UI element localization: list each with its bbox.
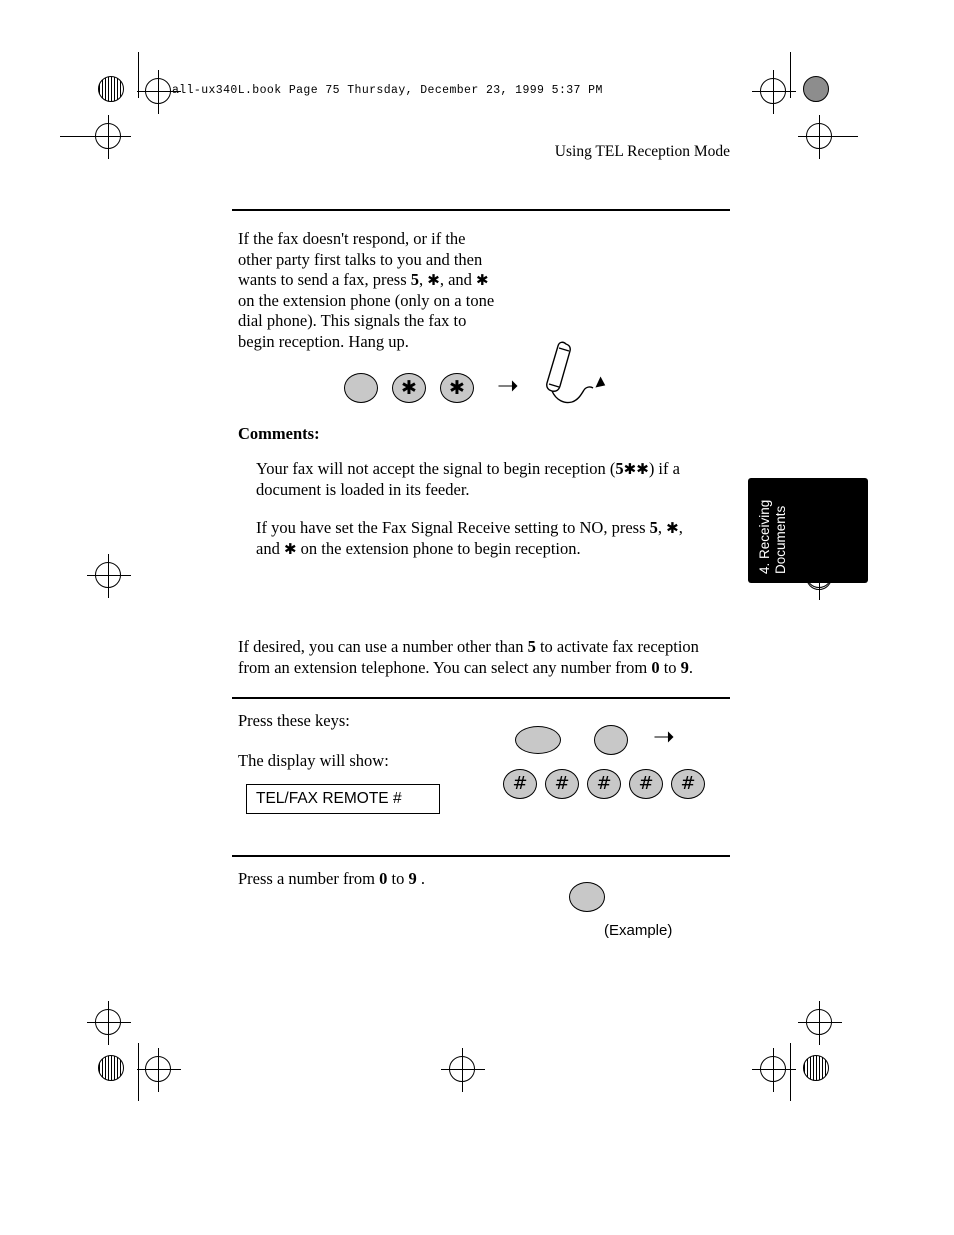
book-source-line: all-ux340L.book Page 75 Thursday, Decemb… — [172, 84, 603, 97]
key-hash-5[interactable]: # — [671, 769, 705, 799]
hash-icon: # — [554, 773, 570, 794]
key-blank-1[interactable] — [344, 373, 378, 403]
display-readout: TEL/FAX REMOTE # — [246, 784, 440, 814]
crop-line-right-vertical-b — [790, 1043, 791, 1101]
section-rule-top — [232, 209, 730, 211]
registration-mark-lower-right — [798, 1001, 842, 1045]
arrow-icon-step2: ➝ — [653, 722, 675, 752]
registration-mark-top-left-inner — [137, 70, 181, 114]
display-will-show-label: The display will show: — [238, 751, 389, 770]
hang-up-handset-illustration — [546, 341, 606, 404]
registration-mark-bottom-center — [441, 1048, 485, 1092]
section-rule-lower — [232, 855, 730, 857]
crop-line-right-vertical — [790, 52, 791, 98]
press-these-keys-label: Press these keys: — [238, 711, 350, 730]
example-caption: (Example) — [604, 922, 673, 939]
registration-hatch-mark-bottom-right — [803, 1055, 829, 1081]
note-paragraph: If desired, you can use a number other t… — [238, 637, 699, 677]
registration-mark-bottom-right-inner — [752, 1048, 796, 1092]
key-hash-2[interactable]: # — [545, 769, 579, 799]
hash-icon: # — [596, 773, 612, 794]
registration-mark-mid-left — [87, 554, 131, 598]
asterisk-icon: ✱ — [401, 376, 417, 399]
key-hash-4[interactable]: # — [629, 769, 663, 799]
crop-line-top-horizontal-right — [818, 136, 858, 137]
comment-paragraph-1: Your fax will not accept the signal to b… — [256, 459, 680, 499]
registration-hatch-mark-bottom-left — [98, 1055, 124, 1081]
key-function-oval[interactable] — [515, 726, 561, 754]
arrow-icon-step1: ➝ — [497, 371, 519, 401]
registration-mark-top-right-filled — [803, 76, 829, 102]
running-head: Using TEL Reception Mode — [554, 143, 730, 160]
hash-icon: # — [680, 773, 696, 794]
key-asterisk-1[interactable]: ✱ — [392, 373, 426, 403]
registration-mark-lower-left — [87, 1001, 131, 1045]
press-a-number-label: Press a number from 0 to 9 . — [238, 869, 425, 888]
crop-line-left-vertical — [138, 52, 139, 98]
asterisk-icon: ✱ — [449, 376, 465, 399]
intro-paragraph: If the fax doesn't respond, or if the ot… — [238, 229, 495, 351]
crop-line-left-vertical-b — [138, 1043, 139, 1101]
chapter-side-tab-label: 4. Receiving Documents — [757, 499, 788, 574]
registration-mark-top-right-inner — [752, 70, 796, 114]
key-asterisk-2[interactable]: ✱ — [440, 373, 474, 403]
key-blank-round-2[interactable] — [594, 725, 628, 755]
comment-paragraph-2: If you have set the Fax Signal Receive s… — [256, 518, 683, 558]
key-hash-1[interactable]: # — [503, 769, 537, 799]
key-hash-3[interactable]: # — [587, 769, 621, 799]
section-rule-middle — [232, 697, 730, 699]
registration-hatch-mark-top-left — [98, 76, 124, 102]
registration-mark-side-tab — [798, 556, 842, 600]
registration-mark-bottom-left-inner — [137, 1048, 181, 1092]
hash-icon: # — [512, 773, 528, 794]
hash-icon: # — [638, 773, 654, 794]
crop-line-top-horizontal-left — [60, 136, 110, 137]
comments-label: Comments: — [238, 424, 320, 443]
key-number-blank[interactable] — [569, 882, 605, 912]
